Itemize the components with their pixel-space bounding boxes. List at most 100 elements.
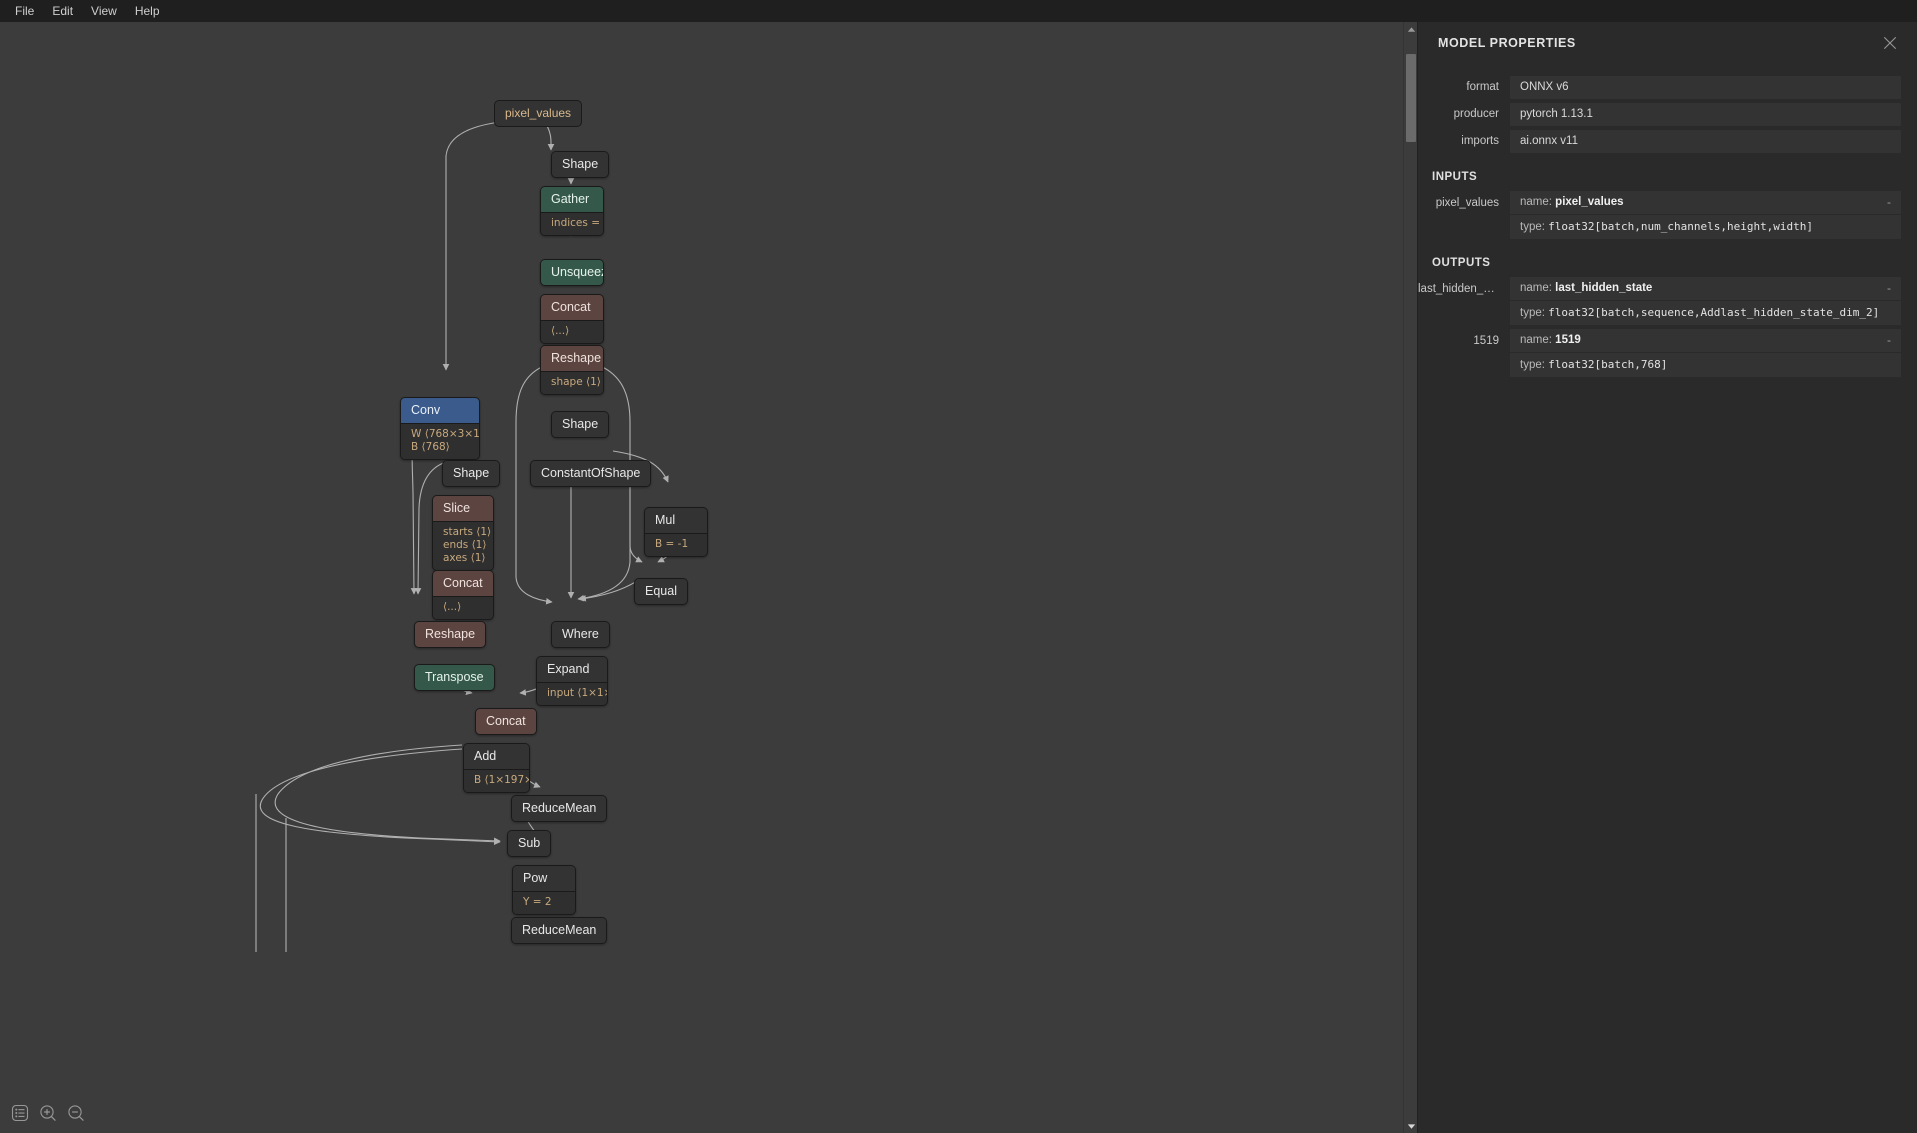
graph-node-add[interactable]: Add B ⟨1×197×768⟩ [463,743,530,793]
node-title: Transpose [415,665,494,690]
graph-node-sub[interactable]: Sub [507,830,551,857]
graph-io-node-pixel-values[interactable]: pixel_values [494,100,582,127]
property-row-imports: imports ai.onnx v11 [1418,130,1917,153]
graph-node-expand[interactable]: Expand input ⟨1×1×768⟩ [536,656,608,706]
properties-icon[interactable] [10,1103,30,1123]
menu-item-help[interactable]: Help [126,1,169,21]
vertical-scrollbar[interactable] [1403,22,1417,1133]
scrollbar-track[interactable] [1405,36,1416,1119]
graph-node-mul[interactable]: Mul B = -1 [644,507,708,557]
property-row-producer: producer pytorch 1.13.1 [1418,103,1917,126]
model-properties-list: format ONNX v6 producer pytorch 1.13.1 i… [1418,64,1917,153]
graph-edges [0,22,1417,1133]
graph-canvas[interactable]: pixel_values Shape Gather indices = 0 Un… [0,22,1417,1133]
argument-expand-toggle[interactable]: - [1879,195,1891,210]
node-attribute: B = -1 [655,538,697,551]
node-attributes: B ⟨1×197×768⟩ [464,769,529,792]
node-title: Unsqueeze [541,260,603,285]
argument-name-value: last_hidden_state [1555,282,1652,294]
page-title: MODEL PROPERTIES [1438,36,1576,50]
zoom-in-icon[interactable] [38,1103,58,1123]
scroll-down-arrow[interactable] [1404,1119,1418,1133]
graph-node-equal[interactable]: Equal [634,578,688,605]
argument-expand-toggle[interactable]: - [1879,333,1891,348]
graph-node-conv[interactable]: Conv W ⟨768×3×16×16⟩ B ⟨768⟩ [400,397,480,460]
node-attribute: indices = 0 [551,217,593,230]
graph-node-shape-2[interactable]: Shape [442,460,500,487]
argument-type-key: type: [1520,359,1545,371]
argument-expand-toggle[interactable]: - [1879,281,1891,296]
node-attribute: ⟨...⟩ [551,325,593,338]
section-title-inputs: INPUTS [1418,157,1917,191]
argument-type-line: type: float32[batch,768] [1510,352,1901,377]
close-icon[interactable] [1881,34,1899,52]
output-argument-last-hidden-state: last_hidden_state name: last_hidden_stat… [1418,277,1917,325]
node-attributes: shape ⟨1⟩ [541,371,603,394]
node-attribute: B ⟨1×197×768⟩ [474,774,519,787]
menu-item-edit[interactable]: Edit [43,1,82,21]
node-title: Conv [401,398,479,423]
node-attributes: ⟨...⟩ [433,596,493,619]
node-title: Shape [443,461,499,486]
node-attribute: input ⟨1×1×768⟩ [547,687,597,700]
graph-node-reducemean-1[interactable]: ReduceMean [511,795,607,822]
node-title: Slice [433,496,493,521]
section-title-outputs: OUTPUTS [1418,243,1917,277]
menu-item-view[interactable]: View [82,1,126,21]
graph-node-pow[interactable]: Pow Y = 2 [512,865,576,915]
scrollbar-thumb[interactable] [1406,54,1416,142]
graph-node-slice[interactable]: Slice starts ⟨1⟩ ends ⟨1⟩ axes ⟨1⟩ [432,495,494,571]
argument-name-key: name: [1520,334,1552,346]
node-attributes: starts ⟨1⟩ ends ⟨1⟩ axes ⟨1⟩ [433,521,493,570]
graph-node-gather[interactable]: Gather indices = 0 [540,186,604,236]
graph-node-concat-1[interactable]: Concat ⟨...⟩ [540,294,604,344]
graph-node-reshape-2[interactable]: Reshape [414,621,486,648]
property-label: format [1418,76,1510,97]
argument-label: 1519 [1418,329,1510,349]
argument-name-line[interactable]: name: pixel_values - [1510,191,1901,214]
graph-node-reducemean-2[interactable]: ReduceMean [511,917,607,944]
node-title: Gather [541,187,603,212]
menu-item-file[interactable]: File [6,1,43,21]
property-value[interactable]: pytorch 1.13.1 [1510,103,1901,126]
model-properties-sidebar: MODEL PROPERTIES format ONNX v6 producer… [1417,22,1917,1133]
node-attribute: shape ⟨1⟩ [551,376,593,389]
scroll-up-arrow[interactable] [1404,22,1418,36]
argument-name-line[interactable]: name: 1519 - [1510,329,1901,352]
property-row-format: format ONNX v6 [1418,76,1917,99]
node-attribute: ⟨...⟩ [443,601,483,614]
argument-name-value: 1519 [1555,334,1581,346]
argument-detail: name: pixel_values - type: float32[batch… [1510,191,1901,239]
output-argument-1519: 1519 name: 1519 - type: float32[batch,76… [1418,329,1917,377]
node-attributes: indices = 0 [541,212,603,235]
argument-label: pixel_values [1418,191,1510,211]
io-node-label: pixel_values [505,106,571,120]
node-title: Pow [513,866,575,891]
node-attributes: B = -1 [645,533,707,556]
node-attributes: Y = 2 [513,891,575,914]
graph-toolbar [10,1103,86,1123]
node-title: Mul [645,508,707,533]
property-value[interactable]: ai.onnx v11 [1510,130,1901,153]
node-title: Concat [541,295,603,320]
graph-node-shape[interactable]: Shape [551,151,609,178]
graph-node-reshape-1[interactable]: Reshape shape ⟨1⟩ [540,345,604,395]
argument-label: last_hidden_state [1418,277,1510,297]
node-title: Equal [635,579,687,604]
node-title: Shape [552,412,608,437]
graph-node-shape-3[interactable]: Shape [551,411,609,438]
argument-name-line[interactable]: name: last_hidden_state - [1510,277,1901,300]
graph-node-constantofshape[interactable]: ConstantOfShape [530,460,651,487]
graph-node-unsqueeze[interactable]: Unsqueeze [540,259,604,286]
node-title: Expand [537,657,607,682]
graph-node-concat-2[interactable]: Concat ⟨...⟩ [432,570,494,620]
property-value[interactable]: ONNX v6 [1510,76,1901,99]
node-attribute: W ⟨768×3×16×16⟩ [411,428,469,441]
graph-node-concat-3[interactable]: Concat [475,708,537,735]
input-argument-pixel-values: pixel_values name: pixel_values - type: … [1418,191,1917,239]
graph-node-transpose[interactable]: Transpose [414,664,495,691]
graph-node-where[interactable]: Where [551,621,610,648]
argument-type-key: type: [1520,221,1545,233]
argument-detail: name: 1519 - type: float32[batch,768] [1510,329,1901,377]
zoom-out-icon[interactable] [66,1103,86,1123]
